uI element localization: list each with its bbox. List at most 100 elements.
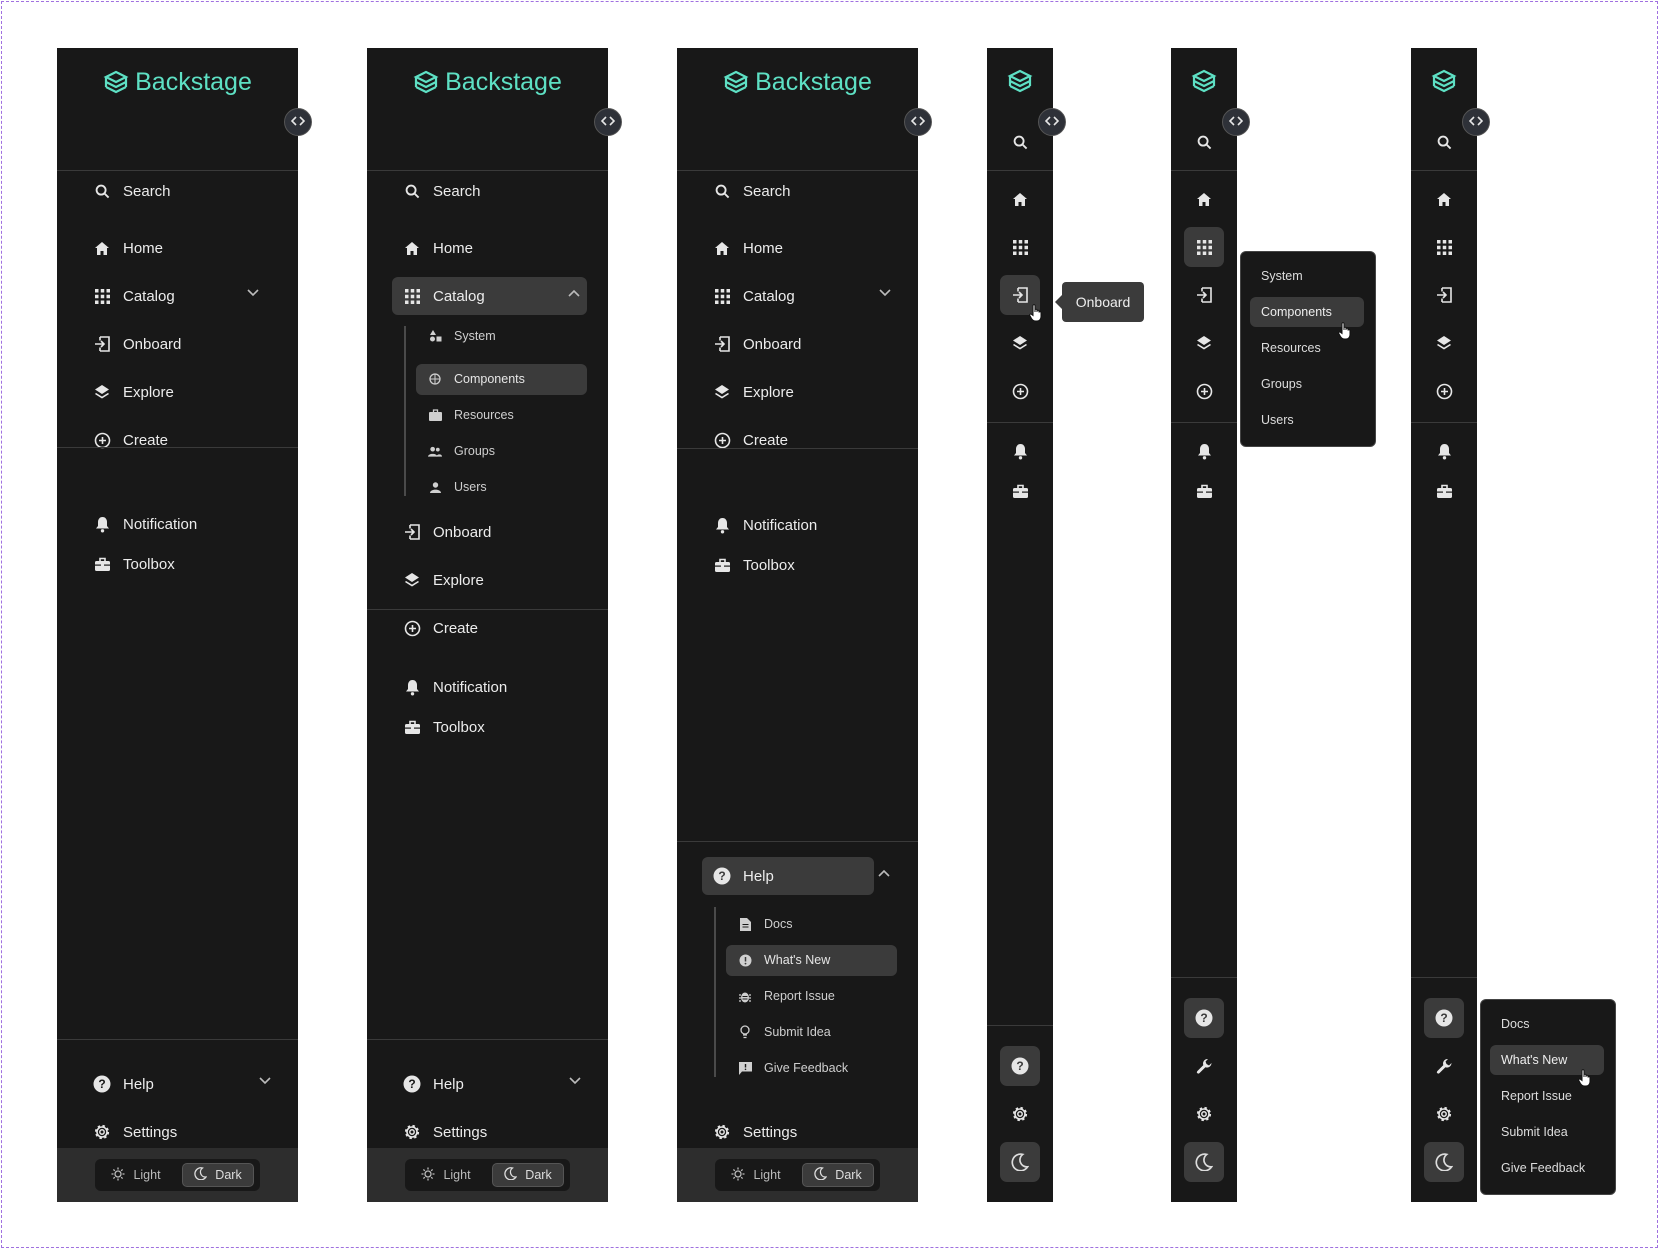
- nav-settings[interactable]: Settings: [713, 1119, 797, 1145]
- nav-toolbox[interactable]: Toolbox: [713, 552, 795, 578]
- nav-onboard[interactable]: Onboard: [713, 331, 801, 357]
- nav-devtools-button[interactable]: [1411, 1046, 1477, 1086]
- nav-explore[interactable]: Explore: [403, 567, 484, 593]
- theme-toggle-button[interactable]: [1424, 1142, 1464, 1182]
- catalog-sub-users[interactable]: Users: [428, 477, 487, 497]
- nav-explore[interactable]: Explore: [713, 379, 794, 405]
- chevron-down-icon[interactable]: [569, 1076, 581, 1088]
- help-sub-docs[interactable]: Docs: [738, 914, 792, 934]
- nav-catalog[interactable]: Catalog: [93, 283, 175, 309]
- nav-explore-button[interactable]: [1411, 323, 1477, 363]
- catalog-sub-system[interactable]: System: [428, 326, 496, 346]
- nav-home-button[interactable]: [1171, 179, 1237, 219]
- collapse-toggle-button[interactable]: [284, 108, 312, 136]
- nav-settings[interactable]: Settings: [93, 1119, 177, 1145]
- nav-home[interactable]: Home: [93, 235, 163, 261]
- nav-catalog-button[interactable]: [1184, 227, 1224, 267]
- nav-notification-button[interactable]: [987, 431, 1053, 471]
- theme-dark-button[interactable]: Dark: [802, 1163, 874, 1187]
- search-item[interactable]: Search: [403, 178, 481, 204]
- help-sub-report-issue[interactable]: Report Issue: [738, 986, 835, 1006]
- search-item[interactable]: Search: [93, 178, 171, 204]
- theme-dark-button[interactable]: Dark: [182, 1163, 254, 1187]
- flyout-item-docs[interactable]: Docs: [1501, 1014, 1529, 1034]
- nav-explore[interactable]: Explore: [93, 379, 174, 405]
- expand-toggle-button[interactable]: [1462, 108, 1490, 136]
- theme-light-button[interactable]: Light: [411, 1163, 481, 1187]
- help-sub-give-feedback[interactable]: Give Feedback: [738, 1058, 848, 1078]
- nav-help[interactable]: ? Help: [713, 863, 774, 889]
- flyout-item-users[interactable]: Users: [1261, 410, 1294, 430]
- chevron-up-icon[interactable]: [878, 868, 890, 880]
- flyout-item-give-feedback[interactable]: Give Feedback: [1501, 1158, 1585, 1178]
- theme-dark-button[interactable]: Dark: [492, 1163, 564, 1187]
- logo[interactable]: Backstage: [367, 62, 608, 102]
- catalog-sub-components[interactable]: Components: [428, 369, 525, 389]
- nav-home[interactable]: Home: [403, 235, 473, 261]
- nav-help-button[interactable]: ?: [1000, 1046, 1040, 1086]
- nav-explore-button[interactable]: [987, 323, 1053, 363]
- theme-toggle-button[interactable]: [1184, 1142, 1224, 1182]
- flyout-item-components[interactable]: Components: [1261, 302, 1332, 322]
- help-sub-submit-idea[interactable]: Submit Idea: [738, 1022, 831, 1042]
- help-sub-whats-new[interactable]: What's New: [738, 950, 830, 970]
- catalog-sub-resources[interactable]: Resources: [428, 405, 514, 425]
- nav-catalog[interactable]: Catalog: [713, 283, 795, 309]
- flyout-item-system[interactable]: System: [1261, 266, 1303, 286]
- nav-explore-button[interactable]: [1171, 323, 1237, 363]
- nav-onboard[interactable]: Onboard: [93, 331, 181, 357]
- search-item[interactable]: Search: [713, 178, 791, 204]
- nav-notification[interactable]: Notification: [713, 512, 817, 538]
- nav-help[interactable]: ? Help: [403, 1071, 464, 1097]
- nav-create-button[interactable]: [987, 371, 1053, 411]
- theme-toggle-button[interactable]: [1000, 1142, 1040, 1182]
- chevron-up-icon[interactable]: [568, 288, 580, 300]
- theme-light-button[interactable]: Light: [721, 1163, 791, 1187]
- nav-settings-button[interactable]: [987, 1094, 1053, 1134]
- nav-create[interactable]: Create: [713, 427, 788, 453]
- flyout-item-whats-new[interactable]: What's New: [1501, 1050, 1567, 1070]
- nav-onboard-button[interactable]: [1171, 275, 1237, 315]
- catalog-sub-groups[interactable]: Groups: [428, 441, 495, 461]
- logo-button[interactable]: [1171, 61, 1237, 101]
- nav-catalog-button[interactable]: [1411, 227, 1477, 267]
- collapse-toggle-button[interactable]: [594, 108, 622, 136]
- flyout-item-submit-idea[interactable]: Submit Idea: [1501, 1122, 1568, 1142]
- nav-settings-button[interactable]: [1411, 1094, 1477, 1134]
- collapse-toggle-button[interactable]: [904, 108, 932, 136]
- chevron-down-icon[interactable]: [247, 288, 259, 300]
- nav-help-button[interactable]: ?: [1184, 998, 1224, 1038]
- logo-button[interactable]: [987, 61, 1053, 101]
- logo[interactable]: Backstage: [57, 62, 298, 102]
- nav-catalog-button[interactable]: [987, 227, 1053, 267]
- nav-create[interactable]: Create: [403, 615, 478, 641]
- logo-button[interactable]: [1411, 61, 1477, 101]
- nav-notification-button[interactable]: [1411, 431, 1477, 471]
- nav-settings-button[interactable]: [1171, 1094, 1237, 1134]
- nav-home-button[interactable]: [1411, 179, 1477, 219]
- nav-notification[interactable]: Notification: [93, 511, 197, 537]
- nav-toolbox-button[interactable]: [1171, 471, 1237, 511]
- flyout-item-groups[interactable]: Groups: [1261, 374, 1302, 394]
- theme-light-button[interactable]: Light: [101, 1163, 171, 1187]
- nav-create-button[interactable]: [1411, 371, 1477, 411]
- nav-help-button[interactable]: ?: [1424, 998, 1464, 1038]
- chevron-down-icon[interactable]: [879, 288, 891, 300]
- nav-onboard-button[interactable]: [1411, 275, 1477, 315]
- nav-toolbox[interactable]: Toolbox: [403, 714, 485, 740]
- logo[interactable]: Backstage: [677, 62, 918, 102]
- nav-create-button[interactable]: [1171, 371, 1237, 411]
- nav-create[interactable]: Create: [93, 427, 168, 453]
- expand-toggle-button[interactable]: [1222, 108, 1250, 136]
- nav-help[interactable]: ? Help: [93, 1071, 154, 1097]
- nav-devtools-button[interactable]: [1171, 1046, 1237, 1086]
- nav-toolbox-button[interactable]: [1411, 471, 1477, 511]
- nav-catalog[interactable]: Catalog: [403, 283, 485, 309]
- nav-toolbox[interactable]: Toolbox: [93, 551, 175, 577]
- nav-home-button[interactable]: [987, 179, 1053, 219]
- nav-onboard[interactable]: Onboard: [403, 519, 491, 545]
- nav-toolbox-button[interactable]: [987, 471, 1053, 511]
- chevron-down-icon[interactable]: [259, 1076, 271, 1088]
- nav-notification-button[interactable]: [1171, 431, 1237, 471]
- flyout-item-report-issue[interactable]: Report Issue: [1501, 1086, 1572, 1106]
